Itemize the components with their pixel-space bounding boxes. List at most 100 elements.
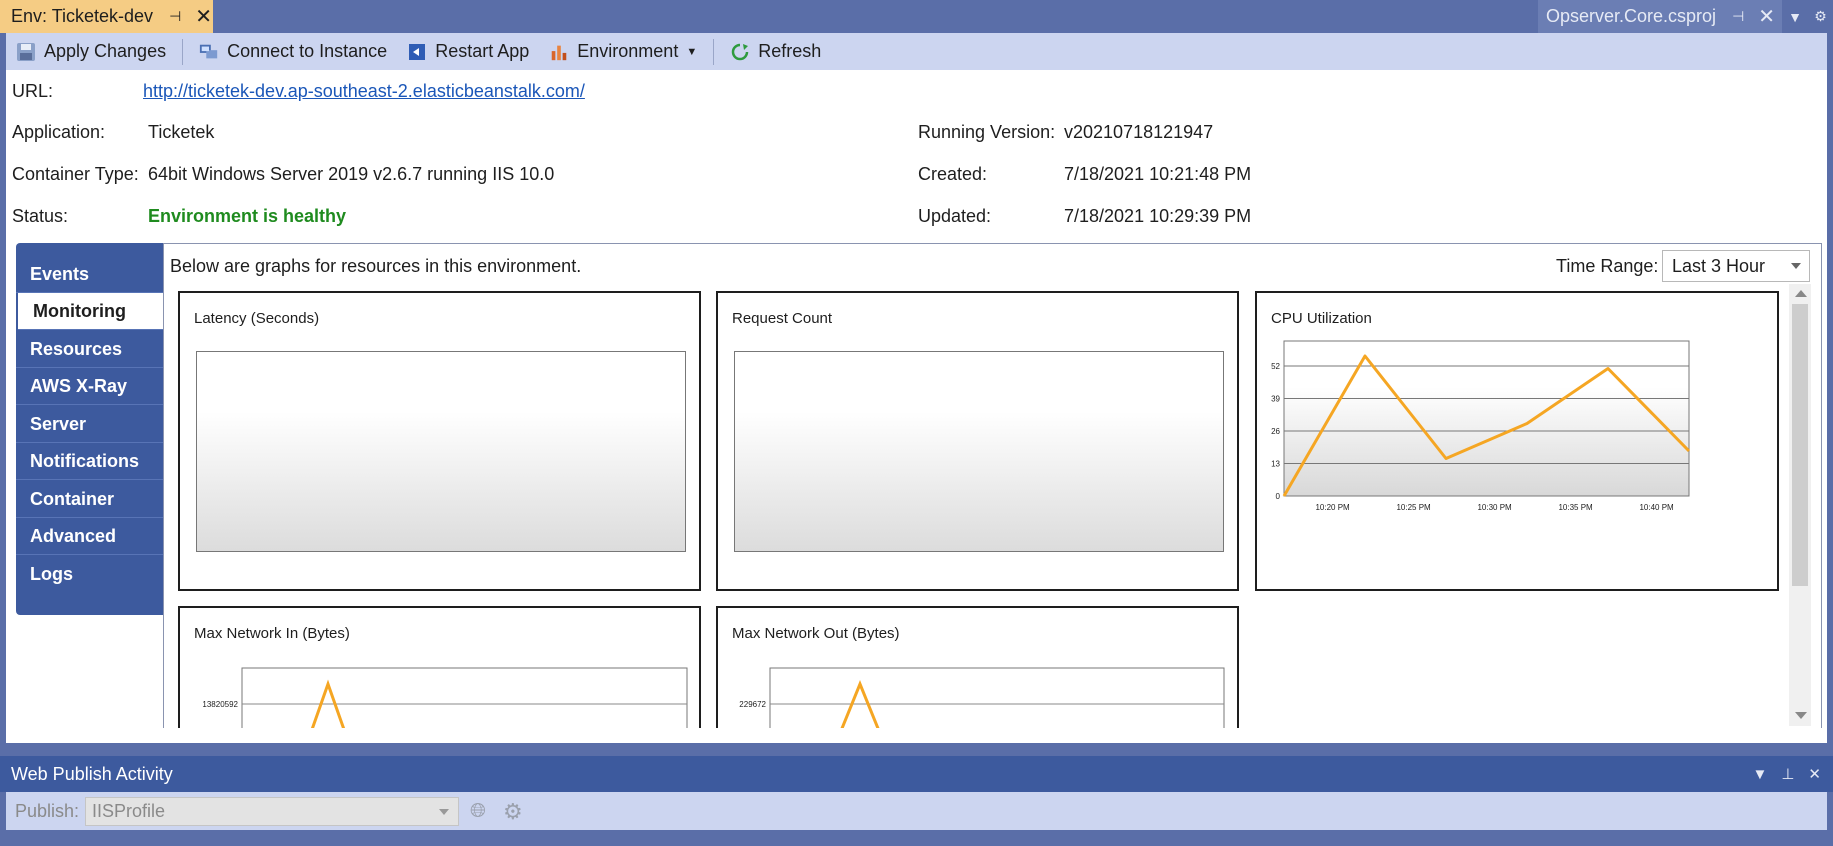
globe-icon[interactable]: 🌐︎ bbox=[470, 800, 486, 823]
web-publish-activity-header: Web Publish Activity bbox=[0, 756, 1833, 792]
scroll-up-icon[interactable] bbox=[1795, 290, 1807, 297]
x-tick-label: 10:25 PM bbox=[1396, 503, 1431, 512]
y-tick-label: 0 bbox=[1276, 492, 1281, 501]
scrollbar-thumb[interactable] bbox=[1792, 304, 1808, 586]
latency-chart-card: Latency (Seconds) bbox=[178, 291, 701, 591]
chart-title: Max Network In (Bytes) bbox=[194, 625, 350, 642]
close-icon[interactable]: ✕ bbox=[195, 4, 212, 29]
publish-label: Publish: bbox=[15, 800, 80, 821]
tab-title-right: Opserver.Core.csproj bbox=[1546, 6, 1717, 26]
restart-icon bbox=[407, 42, 427, 62]
dropdown-icon[interactable]: ▼ bbox=[1788, 9, 1802, 25]
status-value: Environment is healthy bbox=[148, 206, 347, 226]
running-version-label: Running Version: bbox=[918, 122, 1056, 142]
container-type-label: Container Type: bbox=[12, 164, 139, 184]
pin-icon[interactable]: ⊥ bbox=[1781, 765, 1794, 783]
url-link[interactable]: http://ticketek-dev.ap-southeast-2.elast… bbox=[143, 81, 585, 102]
refresh-icon bbox=[730, 42, 750, 62]
tab-opserver-core[interactable]: Opserver.Core.csproj ⊣ ✕ bbox=[1538, 0, 1782, 33]
tab-controls: ▼ ⚙ bbox=[1782, 0, 1833, 33]
remote-desktop-icon bbox=[199, 42, 219, 62]
cpu-plot-area bbox=[1283, 340, 1690, 497]
environment-label: Environment bbox=[577, 41, 679, 61]
network-out-chart-card: Max Network Out (Bytes) 229672 bbox=[716, 606, 1239, 736]
network-out-chart: 229672 bbox=[739, 667, 1225, 734]
sidebar-item-aws-x-ray[interactable]: AWS X-Ray bbox=[16, 368, 163, 405]
dropdown-icon[interactable]: ▼ bbox=[1752, 766, 1767, 783]
connect-to-instance-button[interactable]: Connect to Instance bbox=[189, 33, 397, 70]
y-tick-label: 13820592 bbox=[202, 700, 238, 709]
sidebar-item-advanced[interactable]: Advanced bbox=[16, 518, 163, 555]
running-version-value: v20210718121947 bbox=[1064, 122, 1214, 142]
chart-title: CPU Utilization bbox=[1271, 310, 1372, 327]
sidebar-item-events[interactable]: Events bbox=[16, 256, 163, 293]
chevron-down-icon: ▼ bbox=[686, 45, 698, 58]
web-publish-title: Web Publish Activity bbox=[11, 763, 173, 784]
monitoring-intro-text: Below are graphs for resources in this e… bbox=[170, 256, 582, 276]
time-range-select[interactable]: Last 3 Hour bbox=[1662, 250, 1810, 282]
tab-env-ticketek-dev[interactable]: Env: Ticketek-dev ⊣ ✕ bbox=[0, 0, 213, 33]
application-label: Application: bbox=[12, 122, 106, 142]
request-count-plot-area bbox=[734, 351, 1224, 552]
y-tick-label: 13 bbox=[1271, 460, 1280, 469]
publish-profile-value: IISProfile bbox=[92, 801, 166, 821]
refresh-button[interactable]: Refresh bbox=[720, 33, 831, 70]
close-icon[interactable]: ✕ bbox=[1808, 765, 1821, 783]
gear-icon[interactable]: ⚙ bbox=[1814, 8, 1827, 25]
x-tick-label: 10:40 PM bbox=[1639, 503, 1674, 512]
application-value: Ticketek bbox=[148, 122, 215, 142]
x-tick-label: 10:30 PM bbox=[1477, 503, 1512, 512]
y-tick-label: 229672 bbox=[739, 700, 766, 709]
environment-icon bbox=[549, 42, 569, 62]
toolbar-separator bbox=[713, 38, 715, 65]
container-type-value: 64bit Windows Server 2019 v2.6.7 running… bbox=[148, 164, 555, 184]
sidebar-item-server[interactable]: Server bbox=[16, 406, 163, 443]
bottom-edge bbox=[0, 830, 1833, 846]
publish-profile-select[interactable]: IISProfile bbox=[85, 797, 459, 826]
restart-label: Restart App bbox=[435, 41, 530, 61]
restart-app-button[interactable]: Restart App bbox=[397, 33, 539, 70]
scroll-down-icon[interactable] bbox=[1795, 712, 1807, 719]
chevron-down-icon bbox=[1791, 263, 1801, 269]
sidebar-item-logs[interactable]: Logs bbox=[16, 556, 163, 593]
latency-plot-area bbox=[196, 351, 686, 552]
cpu-utilization-chart-card: CPU Utilization 0 13 26 39 52 10:20 PM 10:25 P… bbox=[1255, 291, 1779, 591]
updated-value: 7/18/2021 10:29:39 PM bbox=[1064, 206, 1252, 226]
cpu-utilization-chart: 0 13 26 39 52 10:20 PM 10:25 PM 10:30 PM 10:35 P… bbox=[1271, 340, 1691, 512]
network-in-chart-card: Max Network In (Bytes) 13820592 bbox=[178, 606, 701, 736]
created-label: Created: bbox=[918, 164, 988, 184]
network-in-plot-area bbox=[241, 667, 688, 734]
y-tick-label: 39 bbox=[1271, 395, 1280, 404]
web-publish-controls: ▼ ⊥ ✕ bbox=[1752, 756, 1821, 792]
time-range-value: Last 3 Hour bbox=[1672, 255, 1766, 276]
x-tick-label: 10:20 PM bbox=[1315, 503, 1350, 512]
pin-icon[interactable]: ⊣ bbox=[169, 8, 181, 25]
request-count-chart-card: Request Count bbox=[716, 291, 1239, 591]
sidebar-item-resources[interactable]: Resources bbox=[16, 331, 163, 368]
time-range-label: Time Range: bbox=[1556, 256, 1659, 276]
close-icon[interactable]: ✕ bbox=[1758, 4, 1775, 29]
toolbar: Apply Changes Connect to Instance Restar… bbox=[6, 33, 1827, 70]
pin-icon[interactable]: ⊣ bbox=[1732, 8, 1744, 25]
created-value: 7/18/2021 10:21:48 PM bbox=[1064, 164, 1252, 184]
panel-bottom-edge bbox=[163, 728, 1822, 736]
chevron-down-icon bbox=[439, 809, 449, 815]
network-out-plot-area bbox=[769, 667, 1225, 734]
sidebar-item-container[interactable]: Container bbox=[16, 481, 163, 518]
status-label: Status: bbox=[12, 206, 69, 226]
sidebar-item-monitoring[interactable]: Monitoring bbox=[18, 293, 163, 330]
refresh-label: Refresh bbox=[758, 41, 822, 61]
tab-title: Env: Ticketek-dev bbox=[11, 6, 154, 26]
updated-label: Updated: bbox=[918, 206, 992, 226]
x-tick-label: 10:35 PM bbox=[1558, 503, 1593, 512]
network-in-chart: 13820592 bbox=[202, 667, 688, 734]
y-tick-label: 26 bbox=[1271, 427, 1280, 436]
gear-icon[interactable]: ⚙ bbox=[503, 799, 523, 825]
apply-changes-label: Apply Changes bbox=[44, 41, 167, 61]
environment-menu[interactable]: Environment ▼ bbox=[539, 33, 707, 70]
sidebar-item-notifications[interactable]: Notifications bbox=[16, 443, 163, 480]
chart-title: Latency (Seconds) bbox=[194, 310, 320, 327]
apply-changes-button[interactable]: Apply Changes bbox=[6, 33, 176, 70]
url-label: URL: bbox=[12, 81, 54, 101]
connect-label: Connect to Instance bbox=[227, 41, 388, 61]
